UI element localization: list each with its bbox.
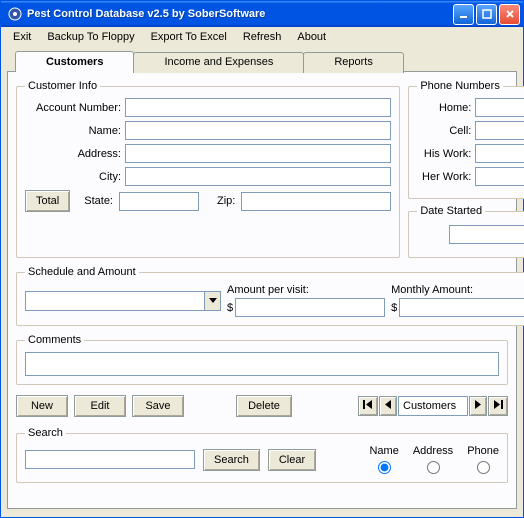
search-by-radios: Name Address Phone [369, 445, 499, 474]
schedule-amount-group: Schedule and Amount Amount per visit: $ … [16, 266, 524, 326]
menubar: Exit Backup To Floppy Export To Excel Re… [1, 27, 523, 46]
save-button[interactable]: Save [132, 395, 184, 417]
radio-phone[interactable] [477, 461, 490, 474]
tab-reports[interactable]: Reports [303, 52, 404, 73]
tab-customers[interactable]: Customers [15, 51, 134, 72]
account-number-label: Account Number: [25, 102, 121, 114]
home-field[interactable] [475, 98, 524, 117]
window-title: Pest Control Database v2.5 by SoberSoftw… [27, 8, 453, 20]
monthly-amount-field[interactable] [399, 298, 524, 317]
client-area: Customers Income and Expenses Reports Cu… [1, 46, 523, 517]
titlebar: Pest Control Database v2.5 by SoberSoftw… [1, 1, 523, 27]
home-label: Home: [417, 102, 471, 114]
account-number-field[interactable] [125, 98, 391, 117]
phone-legend: Phone Numbers [417, 80, 503, 92]
total-button[interactable]: Total [25, 190, 70, 212]
customer-info-group: Customer Info Account Number: Name: Addr… [16, 80, 400, 258]
menu-about[interactable]: About [289, 29, 334, 45]
state-field[interactable] [119, 192, 199, 211]
comments-legend: Comments [25, 334, 84, 346]
radio-name[interactable] [378, 461, 391, 474]
menu-backup[interactable]: Backup To Floppy [39, 29, 142, 45]
name-field[interactable] [125, 121, 391, 140]
city-field[interactable] [125, 167, 391, 186]
search-button[interactable]: Search [203, 449, 260, 471]
app-icon [7, 6, 23, 22]
comments-group: Comments [16, 334, 508, 385]
tab-panel: Customer Info Account Number: Name: Addr… [7, 71, 517, 509]
window-controls [453, 4, 520, 25]
radio-phone-label: Phone [467, 445, 499, 457]
phone-numbers-group: Phone Numbers Home: Cell: His Work: Her … [408, 80, 524, 199]
herwork-field[interactable] [475, 167, 524, 186]
amount-per-visit-field[interactable] [235, 298, 385, 317]
zip-label: Zip: [217, 195, 235, 207]
nav-indicator: Customers [398, 396, 468, 416]
nav-first-button[interactable] [358, 396, 378, 416]
nav-last-button[interactable] [488, 396, 508, 416]
app-window: Pest Control Database v2.5 by SoberSoftw… [0, 0, 524, 518]
search-input[interactable] [25, 450, 195, 469]
hiswork-label: His Work: [417, 148, 471, 160]
city-label: City: [25, 171, 121, 183]
zip-field[interactable] [241, 192, 391, 211]
new-button[interactable]: New [16, 395, 68, 417]
comments-field[interactable] [25, 352, 499, 376]
nav-next-button[interactable] [469, 396, 487, 416]
schedule-combo[interactable] [25, 291, 221, 311]
chevron-down-icon [204, 292, 220, 310]
radio-address-label: Address [413, 445, 453, 457]
amount-per-visit-label: Amount per visit: [227, 284, 385, 296]
nav-prev-button[interactable] [379, 396, 397, 416]
address-field[interactable] [125, 144, 391, 163]
state-label: State: [84, 195, 113, 207]
hiswork-field[interactable] [475, 144, 524, 163]
menu-refresh[interactable]: Refresh [235, 29, 290, 45]
search-legend: Search [25, 427, 66, 439]
tab-income-expenses[interactable]: Income and Expenses [133, 52, 304, 73]
radio-address[interactable] [427, 461, 440, 474]
dollar-sign-2: $ [391, 302, 397, 314]
radio-name-label: Name [369, 445, 398, 457]
date-field[interactable] [449, 225, 524, 244]
dollar-sign-1: $ [227, 302, 233, 314]
herwork-label: Her Work: [417, 171, 471, 183]
menu-export[interactable]: Export To Excel [143, 29, 235, 45]
name-label: Name: [25, 125, 121, 137]
record-navigator: Customers [358, 396, 508, 416]
delete-button[interactable]: Delete [236, 395, 292, 417]
edit-button[interactable]: Edit [74, 395, 126, 417]
action-row: New Edit Save Delete Customers [16, 395, 508, 417]
date-started-group: Date Started Cal [408, 205, 524, 258]
search-group: Search Search Clear Name Address Phone [16, 427, 508, 483]
menu-exit[interactable]: Exit [5, 29, 39, 45]
cell-field[interactable] [475, 121, 524, 140]
monthly-amount-label: Monthly Amount: [391, 284, 524, 296]
minimize-button[interactable] [453, 4, 474, 25]
clear-button[interactable]: Clear [268, 449, 316, 471]
customer-info-legend: Customer Info [25, 80, 100, 92]
address-label: Address: [25, 148, 121, 160]
date-legend: Date Started [417, 205, 485, 217]
tabstrip: Customers Income and Expenses Reports [15, 50, 517, 71]
cell-label: Cell: [417, 125, 471, 137]
schedule-legend: Schedule and Amount [25, 266, 139, 278]
close-button[interactable] [499, 4, 520, 25]
maximize-button[interactable] [476, 4, 497, 25]
